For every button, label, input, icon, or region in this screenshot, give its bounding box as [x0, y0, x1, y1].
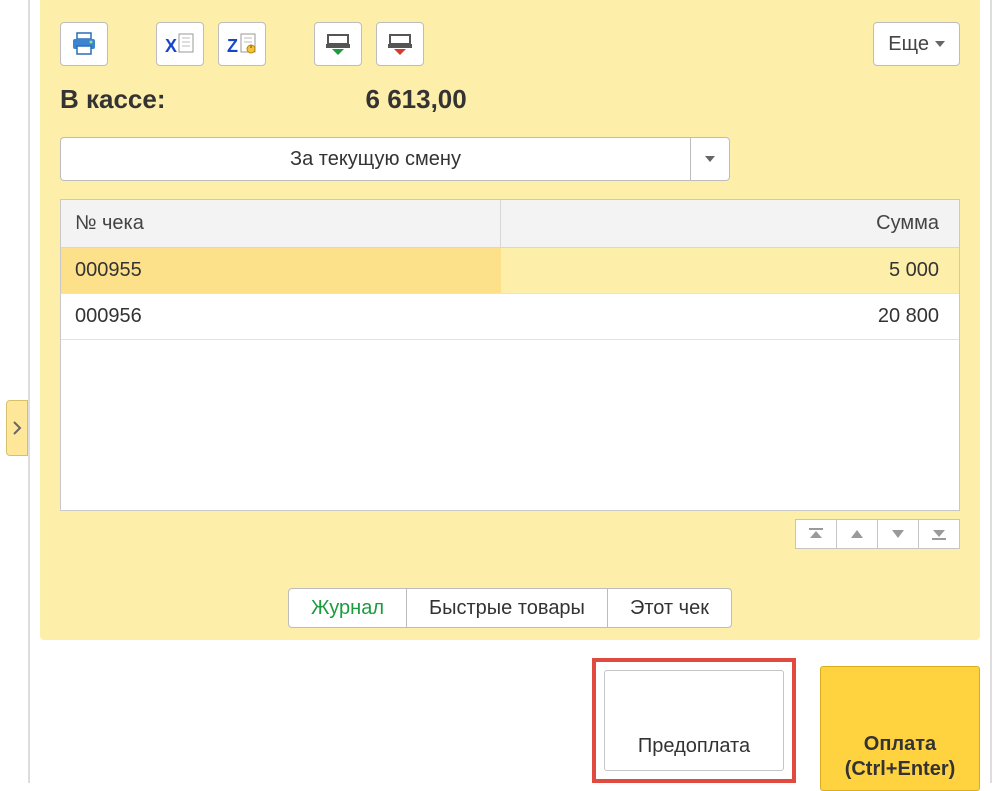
nav-down-button[interactable]	[877, 519, 919, 549]
prepay-button[interactable]: Предоплата	[604, 670, 784, 771]
period-filter-dropdown[interactable]	[690, 137, 730, 181]
prepay-label: Предоплата	[638, 735, 750, 758]
cash-info: В кассе: 6 613,00	[60, 84, 960, 115]
tab-this-check[interactable]: Этот чек	[607, 588, 732, 628]
pay-button[interactable]: Оплата (Ctrl+Enter)	[820, 666, 980, 791]
grid-nav	[60, 519, 960, 549]
cash-out-button[interactable]	[376, 22, 424, 66]
grid-header: № чека Сумма	[61, 200, 959, 248]
cash-in-button[interactable]	[314, 22, 362, 66]
z-report-button[interactable]: Z	[218, 22, 266, 66]
print-button[interactable]	[60, 22, 108, 66]
table-row[interactable]: 000956 20 800	[61, 294, 959, 340]
col-header-check[interactable]: № чека	[61, 200, 501, 247]
app-panel: X Z	[28, 0, 992, 783]
highlight-annotation: Предоплата	[592, 658, 796, 783]
nav-up-button[interactable]	[836, 519, 878, 549]
pay-label-line2: (Ctrl+Enter)	[845, 757, 956, 782]
cell-sum: 20 800	[501, 294, 959, 339]
cell-check: 000955	[61, 248, 501, 293]
cash-label: В кассе:	[60, 84, 166, 115]
tab-journal[interactable]: Журнал	[288, 588, 407, 628]
period-filter[interactable]: За текущую смену	[60, 137, 730, 181]
pay-label-line1: Оплата	[864, 732, 936, 757]
nav-last-button[interactable]	[918, 519, 960, 549]
nav-first-button[interactable]	[795, 519, 837, 549]
chevron-down-icon	[935, 41, 945, 47]
svg-text:Z: Z	[227, 36, 238, 56]
cell-sum: 5 000	[501, 248, 959, 293]
toolbar: X Z	[60, 22, 960, 66]
action-row: Предоплата Оплата (Ctrl+Enter)	[40, 650, 980, 783]
journal-panel: X Z	[40, 0, 980, 640]
cell-check: 000956	[61, 294, 501, 339]
cash-value: 6 613,00	[366, 84, 467, 115]
tab-quick-goods[interactable]: Быстрые товары	[406, 588, 608, 628]
col-header-sum[interactable]: Сумма	[501, 200, 959, 247]
table-row[interactable]: 000955 5 000	[61, 248, 959, 294]
more-label: Еще	[888, 33, 929, 56]
x-report-button[interactable]: X	[156, 22, 204, 66]
more-button[interactable]: Еще	[873, 22, 960, 66]
bottom-tabs: Журнал Быстрые товары Этот чек	[30, 588, 990, 628]
chevron-down-icon	[705, 156, 715, 162]
receipts-grid[interactable]: № чека Сумма 000955 5 000 000956 20 800	[60, 199, 960, 511]
period-filter-value[interactable]: За текущую смену	[60, 137, 690, 181]
expand-side-tab[interactable]	[6, 400, 28, 456]
svg-text:X: X	[165, 36, 177, 56]
